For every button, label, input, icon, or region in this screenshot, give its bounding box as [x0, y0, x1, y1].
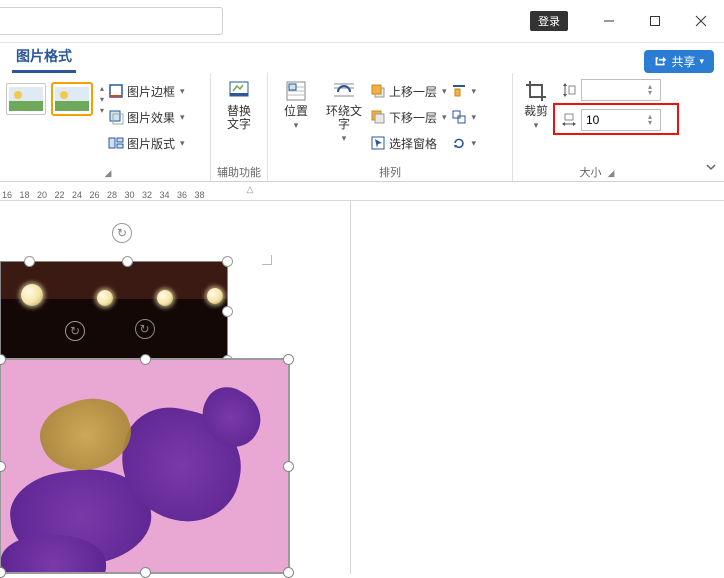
- image-2-selected[interactable]: [0, 359, 289, 573]
- chevron-down-icon: ▾: [180, 86, 185, 97]
- style-thumb-1[interactable]: [6, 83, 46, 115]
- picture-border-icon: [108, 83, 124, 99]
- bring-forward-icon: [370, 83, 386, 99]
- chevron-down-icon: ▾: [180, 138, 185, 149]
- login-button[interactable]: 登录: [530, 11, 568, 31]
- resize-handle[interactable]: [122, 256, 133, 267]
- resize-handle[interactable]: [283, 461, 294, 472]
- crop-mark: [258, 251, 272, 265]
- group-icon: [451, 109, 467, 125]
- resize-handle[interactable]: [283, 354, 294, 365]
- selection-border: [0, 358, 290, 574]
- share-button[interactable]: 共享 ▾: [644, 50, 714, 73]
- resize-handle[interactable]: [222, 256, 233, 267]
- height-input[interactable]: ▴▾: [581, 79, 661, 101]
- position-button[interactable]: 位置 ▾: [274, 77, 318, 131]
- rotate-icon: [451, 135, 467, 151]
- picture-layout-button[interactable]: 图片版式 ▾: [108, 131, 185, 155]
- chevron-down-icon: ▾: [442, 112, 447, 123]
- style-gallery-up[interactable]: ▴: [100, 84, 104, 93]
- collapse-ribbon-button[interactable]: [704, 160, 718, 177]
- wrap-text-button[interactable]: 环绕文字 ▾: [322, 77, 366, 144]
- rotate-handle-inner[interactable]: [65, 321, 85, 341]
- group-arrange: 位置 ▾ 环绕文字 ▾ 上移一层 ▾ 下移一层 ▾: [268, 73, 513, 181]
- chevron-down-icon: ▾: [472, 138, 477, 149]
- style-gallery-more[interactable]: ▾: [100, 106, 104, 115]
- chevron-down-icon: ▾: [442, 86, 447, 97]
- alt-text-icon: [227, 79, 251, 103]
- close-button[interactable]: [678, 0, 724, 42]
- resize-handle[interactable]: [24, 256, 35, 267]
- resize-handle[interactable]: [140, 567, 151, 578]
- group-size: 裁剪 ▾ ▴▾ ▴▾: [513, 73, 681, 181]
- chevron-down-icon: ▾: [534, 120, 539, 131]
- chevron-down-icon: ▾: [472, 112, 477, 123]
- resize-handle[interactable]: [222, 306, 233, 317]
- group-picture-styles: ▴ ▾ ▾ 图片边框 ▾ 图片效果 ▾ 图片版式: [0, 73, 211, 181]
- height-field[interactable]: [586, 83, 656, 97]
- width-field[interactable]: [586, 113, 656, 127]
- resize-handle[interactable]: [0, 567, 6, 578]
- height-icon: [561, 82, 577, 98]
- chevron-down-icon: ▾: [699, 56, 704, 67]
- ruler-marker-icon[interactable]: △: [247, 184, 265, 195]
- ribbon: ▴ ▾ ▾ 图片边框 ▾ 图片效果 ▾ 图片版式: [0, 73, 724, 182]
- alt-text-button[interactable]: 替换文字: [217, 77, 261, 131]
- crop-icon: [524, 79, 548, 103]
- group-label-arrange: 排列: [268, 163, 512, 181]
- picture-border-label: 图片边框: [127, 83, 175, 100]
- group-label-size: 大小: [580, 164, 602, 180]
- tab-picture-format[interactable]: 图片格式: [12, 42, 76, 73]
- align-icon: [451, 83, 467, 99]
- image-1[interactable]: [0, 261, 228, 361]
- crop-button[interactable]: 裁剪 ▾: [519, 77, 553, 131]
- chevron-down-icon: ▾: [472, 86, 477, 97]
- page-margin: [350, 201, 351, 574]
- ribbon-tabs: 图片格式 共享 ▾: [0, 43, 724, 73]
- selection-pane-icon: [370, 135, 386, 151]
- share-label: 共享: [671, 53, 695, 70]
- style-gallery-down[interactable]: ▾: [100, 95, 104, 104]
- rotate-button[interactable]: ▾: [451, 131, 477, 155]
- title-bar: 登录: [0, 0, 724, 43]
- dialog-launcher-icon[interactable]: ◢: [105, 168, 112, 179]
- send-backward-icon: [370, 109, 386, 125]
- style-thumb-2[interactable]: [52, 83, 92, 115]
- picture-border-button[interactable]: 图片边框 ▾: [108, 79, 185, 103]
- width-input[interactable]: ▴▾: [581, 109, 661, 131]
- picture-effects-icon: [108, 109, 124, 125]
- wrap-text-icon: [332, 79, 356, 103]
- width-icon: [561, 112, 577, 128]
- picture-layout-icon: [108, 135, 124, 151]
- chevron-down-icon: ▾: [294, 120, 299, 131]
- search-box[interactable]: [0, 7, 223, 35]
- group-label-accessibility: 辅助功能: [211, 163, 267, 181]
- maximize-button[interactable]: [632, 0, 678, 42]
- image-1-content: [0, 261, 228, 361]
- chevron-down-icon: ▾: [180, 112, 185, 123]
- resize-handle[interactable]: [283, 567, 294, 578]
- bring-forward-button[interactable]: 上移一层 ▾: [370, 79, 447, 103]
- share-icon: [654, 54, 667, 70]
- document-canvas[interactable]: [0, 201, 724, 574]
- rotate-handle[interactable]: [112, 223, 132, 243]
- chevron-down-icon: ▾: [342, 133, 347, 144]
- picture-effects-button[interactable]: 图片效果 ▾: [108, 105, 185, 129]
- group-objects-button[interactable]: ▾: [451, 105, 477, 129]
- dialog-launcher-icon[interactable]: ◢: [608, 168, 615, 179]
- horizontal-ruler[interactable]: 16 18 20 22 24 26 28 30 32 34 36 38 △: [0, 182, 724, 201]
- picture-effects-label: 图片效果: [127, 109, 175, 126]
- position-icon: [284, 79, 308, 103]
- minimize-button[interactable]: [586, 0, 632, 42]
- picture-layout-label: 图片版式: [127, 135, 175, 152]
- group-accessibility: 替换文字 辅助功能: [211, 73, 268, 181]
- align-button[interactable]: ▾: [451, 79, 477, 103]
- selection-pane-button[interactable]: 选择窗格: [370, 131, 447, 155]
- rotate-handle[interactable]: [135, 319, 155, 339]
- send-backward-button[interactable]: 下移一层 ▾: [370, 105, 447, 129]
- resize-handle[interactable]: [140, 354, 151, 365]
